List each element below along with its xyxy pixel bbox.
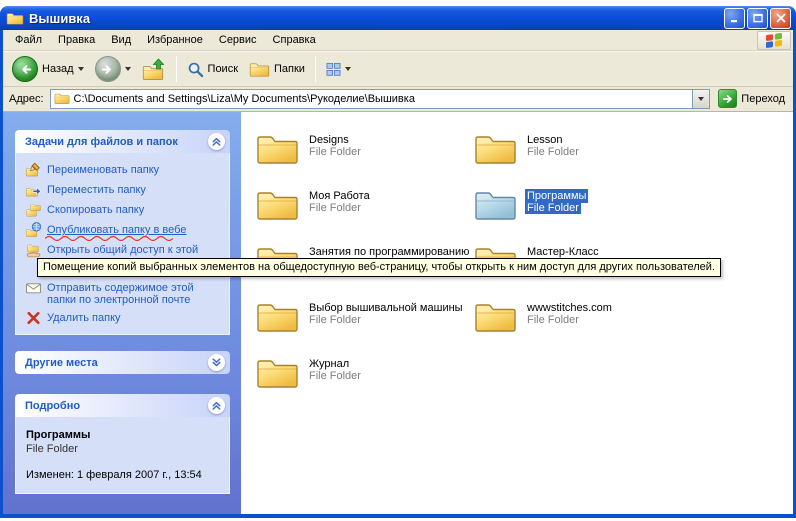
task-copy-folder[interactable]: Скопировать папку xyxy=(25,202,223,218)
folder-view: DesignsFile Folder LessonFile Folder Моя… xyxy=(241,112,793,514)
task-pane: Задачи для файлов и папок xyxy=(3,112,241,514)
folder-item-lesson[interactable]: LessonFile Folder xyxy=(473,132,691,172)
maximize-button[interactable] xyxy=(747,8,768,29)
close-button[interactable] xyxy=(770,8,791,29)
collapse-chevron-up-icon[interactable] xyxy=(208,397,225,414)
folder-icon xyxy=(255,132,300,166)
task-move-folder[interactable]: Переместить папку xyxy=(25,182,223,198)
desktop: Вышивка Файл Правка Вид Избранное Сервис… xyxy=(0,0,796,521)
details-modified: Изменен: 1 февраля 2007 г., 13:54 xyxy=(26,469,219,481)
task-rename-folder[interactable]: Переименовать папку xyxy=(25,162,223,178)
folder-item-programmy[interactable]: ПрограммыFile Folder xyxy=(473,188,691,228)
folders-button[interactable]: Папки xyxy=(244,59,310,80)
rename-icon xyxy=(25,162,42,178)
search-button[interactable]: Поиск xyxy=(182,59,243,80)
task-publish-folder-web[interactable]: Опубликовать папку в вебе xyxy=(25,222,223,238)
share-icon xyxy=(25,242,42,258)
details-header[interactable]: Подробно xyxy=(15,394,230,417)
address-path: C:\Documents and Settings\Liza\My Docume… xyxy=(74,93,689,105)
views-dropdown-icon xyxy=(345,67,351,71)
views-button[interactable] xyxy=(321,60,356,79)
forward-dropdown-icon xyxy=(125,67,131,71)
back-icon xyxy=(12,56,38,82)
menu-favorites[interactable]: Избранное xyxy=(139,32,211,48)
toolbar-separator xyxy=(315,56,316,82)
other-places-header[interactable]: Другие места xyxy=(15,351,230,374)
back-dropdown-icon xyxy=(78,67,84,71)
folder-icon xyxy=(255,188,300,222)
details-item-name: Программы xyxy=(26,429,219,441)
folders-label: Папки xyxy=(274,63,305,75)
other-places-panel: Другие места xyxy=(15,351,230,374)
address-dropdown-button[interactable] xyxy=(692,90,709,108)
menu-bar: Файл Правка Вид Избранное Сервис Справка xyxy=(3,30,793,51)
menu-edit[interactable]: Правка xyxy=(50,32,103,48)
folder-icon xyxy=(255,356,300,390)
folder-up-icon xyxy=(142,58,166,81)
title-bar[interactable]: Вышивка xyxy=(0,6,796,30)
folder-icon-selected xyxy=(473,188,518,222)
menu-tools[interactable]: Сервис xyxy=(211,32,265,48)
forward-icon xyxy=(95,56,121,82)
folder-item-wwwstitches[interactable]: wwwstitches.comFile Folder xyxy=(473,300,691,340)
other-places-title: Другие места xyxy=(25,357,98,369)
move-icon xyxy=(25,182,42,198)
toolbar: Назад xyxy=(3,51,793,87)
window-folder-icon xyxy=(6,11,24,26)
expand-chevron-down-icon[interactable] xyxy=(208,354,225,371)
menu-view[interactable]: Вид xyxy=(103,32,139,48)
red-squiggle-annotation xyxy=(45,235,177,241)
folder-item-designs[interactable]: DesignsFile Folder xyxy=(255,132,473,172)
search-label: Поиск xyxy=(208,63,238,75)
folder-icon xyxy=(255,300,300,334)
folder-item-zhurnal[interactable]: ЖурналFile Folder xyxy=(255,356,473,396)
copy-icon xyxy=(25,202,42,218)
address-input[interactable]: C:\Documents and Settings\Liza\My Docume… xyxy=(50,89,711,109)
search-icon xyxy=(187,61,204,78)
back-label: Назад xyxy=(42,63,74,75)
task-delete-folder[interactable]: Удалить папку xyxy=(25,310,223,326)
file-tasks-title: Задачи для файлов и папок xyxy=(25,136,178,148)
task-email-folder[interactable]: Отправить содержимое этой папки по элект… xyxy=(25,280,223,306)
go-icon xyxy=(718,89,737,108)
folder-item-moya-rabota[interactable]: Моя РаботаFile Folder xyxy=(255,188,473,228)
toolbar-separator xyxy=(176,56,177,82)
file-tasks-header[interactable]: Задачи для файлов и папок xyxy=(15,130,230,153)
details-panel: Подробно Программы File Folder Изменен: … xyxy=(15,394,230,494)
forward-button[interactable] xyxy=(90,54,136,84)
minimize-button[interactable] xyxy=(724,8,745,29)
menu-help[interactable]: Справка xyxy=(265,32,324,48)
folder-icon xyxy=(473,132,518,166)
folders-icon xyxy=(249,61,270,78)
tooltip: Помещение копий выбранных элементов на о… xyxy=(37,258,721,277)
address-folder-icon xyxy=(54,92,70,105)
window-title: Вышивка xyxy=(29,11,719,26)
menu-file[interactable]: Файл xyxy=(7,32,50,48)
file-tasks-panel: Задачи для файлов и папок xyxy=(15,130,230,335)
details-title: Подробно xyxy=(25,400,80,412)
email-icon xyxy=(25,280,42,296)
go-button[interactable]: Переход xyxy=(716,89,787,108)
publish-web-icon xyxy=(25,222,42,238)
address-bar: Адрес: C:\Documents and Settings\Liza\My… xyxy=(3,87,793,112)
views-icon xyxy=(326,62,341,77)
delete-icon xyxy=(25,310,42,326)
go-label: Переход xyxy=(741,93,785,105)
back-button[interactable]: Назад xyxy=(7,54,89,84)
address-label: Адрес: xyxy=(9,93,44,105)
task-share-folder[interactable]: Открыть общий доступ к этой xyxy=(25,242,223,258)
folder-icon xyxy=(473,300,518,334)
windows-logo-icon xyxy=(757,31,791,50)
details-item-type: File Folder xyxy=(26,443,219,455)
up-button[interactable] xyxy=(137,56,171,83)
collapse-chevron-up-icon[interactable] xyxy=(208,133,225,150)
folder-item-vybor-mashiny[interactable]: Выбор вышивальной машиныFile Folder xyxy=(255,300,473,340)
